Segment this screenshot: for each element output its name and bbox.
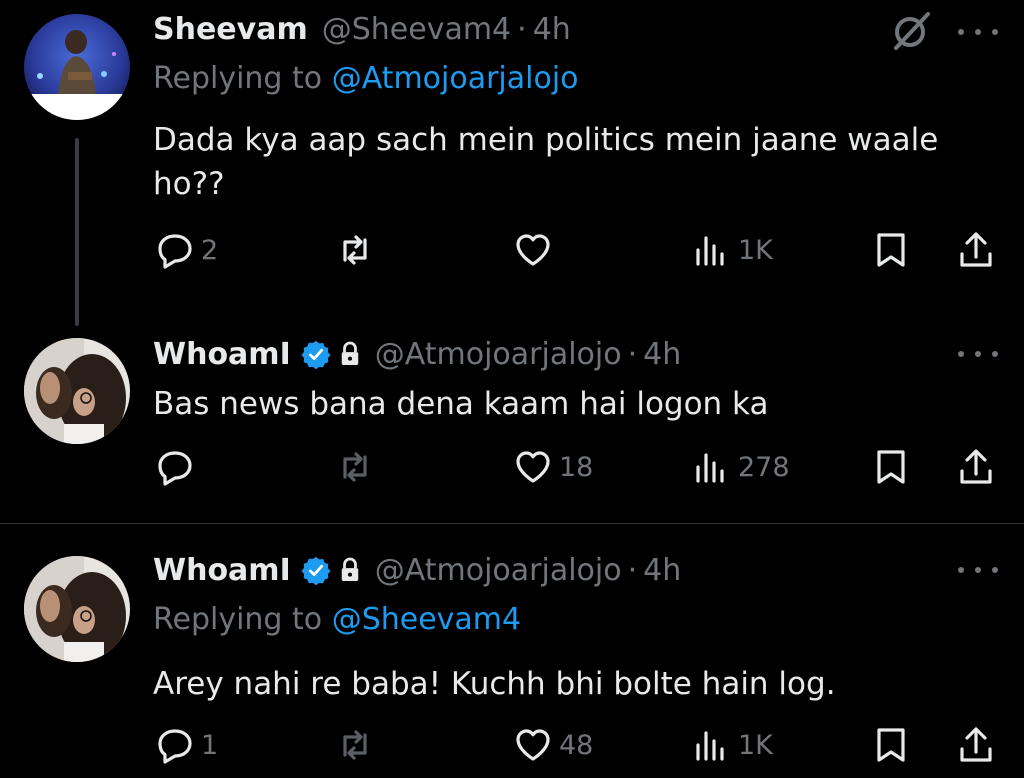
- bookmark-icon: [877, 233, 905, 267]
- username[interactable]: @Sheevam4: [322, 12, 511, 47]
- tweet-header: WhoamI @Atmojoarjalojo · 4h: [153, 550, 681, 590]
- tweet-text: Bas news bana dena kaam hai logon ka: [153, 386, 769, 422]
- heart-icon: [516, 729, 550, 761]
- action-bar: 2 1K: [0, 228, 1024, 272]
- tweet-header: WhoamI @Atmojoarjalojo · 4h: [153, 334, 681, 374]
- lock-icon: [339, 557, 361, 583]
- bookmark-icon: [877, 450, 905, 484]
- tweet-1[interactable]: Sheevam @Sheevam4 · 4h Replying to @Atmo…: [0, 0, 1024, 326]
- reply-button[interactable]: 1: [155, 723, 218, 767]
- heart-icon: [516, 451, 550, 483]
- action-bar: 1 48 1K: [0, 723, 1024, 767]
- mention-link[interactable]: @Sheevam4: [332, 602, 521, 637]
- views-button[interactable]: 1K: [692, 723, 773, 767]
- repost-icon: [343, 452, 367, 482]
- grok-icon[interactable]: [890, 8, 934, 52]
- bookmark-button[interactable]: [871, 723, 911, 767]
- repost-button[interactable]: [335, 445, 381, 489]
- views-button[interactable]: 278: [692, 445, 790, 489]
- share-icon: [960, 727, 992, 762]
- whoami-avatar-image: [24, 556, 130, 662]
- reply-icon: [158, 451, 192, 486]
- views-icon: [696, 236, 724, 266]
- tweet-2[interactable]: WhoamI @Atmojoarjalojo · 4h Bas news ban…: [0, 330, 1024, 522]
- share-button[interactable]: [956, 445, 996, 489]
- tweet-divider: [0, 523, 1024, 524]
- replying-to-label: Replying to: [153, 61, 323, 96]
- share-button[interactable]: [956, 723, 996, 767]
- username[interactable]: @Atmojoarjalojo: [375, 337, 622, 372]
- share-icon: [960, 449, 992, 484]
- action-bar: 18 278: [0, 445, 1024, 489]
- more-icon[interactable]: [958, 22, 998, 42]
- timestamp[interactable]: 4h: [533, 12, 571, 47]
- tweet-3[interactable]: WhoamI @Atmojoarjalojo · 4h Replying to …: [0, 540, 1024, 778]
- lock-icon: [339, 341, 361, 367]
- views-button[interactable]: 1K: [692, 228, 773, 272]
- share-icon: [960, 232, 992, 267]
- username[interactable]: @Atmojoarjalojo: [375, 553, 622, 588]
- reply-icon: [158, 234, 192, 269]
- display-name[interactable]: WhoamI: [153, 553, 291, 588]
- mention-link[interactable]: @Atmojoarjalojo: [332, 61, 579, 96]
- reply-icon: [158, 729, 192, 764]
- timestamp[interactable]: 4h: [643, 553, 681, 588]
- verified-badge-icon: [301, 339, 331, 369]
- tweet-text: Dada kya aap sach mein politics mein jaa…: [153, 122, 939, 202]
- view-count: 1K: [738, 729, 773, 761]
- separator-dot: ·: [627, 552, 638, 588]
- replying-to: Replying to @Atmojoarjalojo: [153, 61, 579, 96]
- view-count: 278: [738, 451, 790, 483]
- avatar[interactable]: [24, 338, 130, 444]
- more-icon[interactable]: [958, 344, 998, 364]
- reply-count: 2: [201, 234, 219, 266]
- replying-to: Replying to @Sheevam4: [153, 602, 521, 637]
- tweet-header: Sheevam @Sheevam4 · 4h: [153, 9, 571, 49]
- views-icon: [696, 731, 724, 761]
- repost-button[interactable]: [335, 723, 381, 767]
- more-icon[interactable]: [958, 560, 998, 580]
- avatar[interactable]: [24, 556, 130, 662]
- reply-count: 1: [201, 729, 219, 761]
- display-name[interactable]: WhoamI: [153, 337, 291, 372]
- avatar[interactable]: [24, 14, 130, 120]
- separator-dot: ·: [627, 336, 638, 372]
- like-button[interactable]: 48: [513, 723, 593, 767]
- replying-to-label: Replying to: [153, 602, 323, 637]
- like-count: 18: [559, 451, 594, 483]
- timestamp[interactable]: 4h: [643, 337, 681, 372]
- whoami-avatar-image: [24, 338, 130, 444]
- like-button[interactable]: 18: [513, 445, 593, 489]
- verified-badge-icon: [301, 555, 331, 585]
- like-count: 48: [559, 729, 594, 761]
- share-button[interactable]: [956, 228, 996, 272]
- view-count: 1K: [738, 234, 773, 266]
- reply-button[interactable]: 2: [155, 228, 218, 272]
- like-button[interactable]: [513, 228, 559, 272]
- bookmark-button[interactable]: [871, 228, 911, 272]
- reply-button[interactable]: [155, 445, 201, 489]
- views-icon: [696, 453, 724, 483]
- bookmark-icon: [877, 728, 905, 762]
- repost-icon: [343, 235, 367, 265]
- heart-icon: [516, 234, 550, 266]
- repost-button[interactable]: [335, 228, 381, 272]
- tweet-text: Arey nahi re baba! Kuchh bhi bolte hain …: [153, 666, 836, 702]
- sheevam-avatar-image: [24, 14, 130, 120]
- repost-icon: [343, 730, 367, 760]
- bookmark-button[interactable]: [871, 445, 911, 489]
- separator-dot: ·: [517, 11, 527, 47]
- display-name[interactable]: Sheevam: [153, 12, 308, 47]
